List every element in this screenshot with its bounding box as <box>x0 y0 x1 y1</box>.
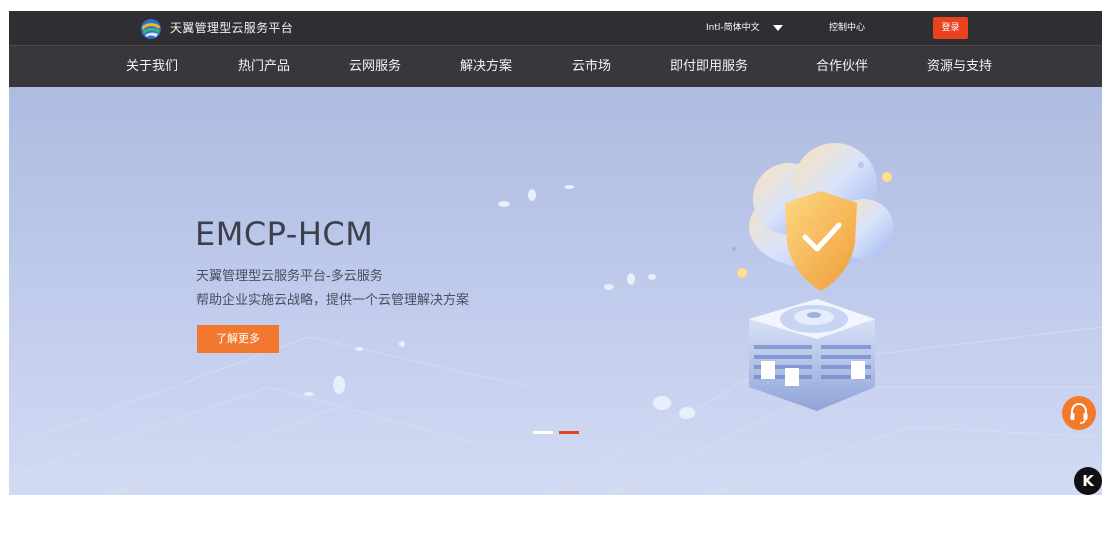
nav-item-partners[interactable]: 合作伙伴 <box>816 58 868 76</box>
hero-title: EMCP-HCM <box>195 215 374 253</box>
hero-banner: EMCP-HCM 天翼管理型云服务平台-多云服务 帮助企业实施云战略，提供一个云… <box>9 87 1102 495</box>
hero-subtitle-2: 帮助企业实施云战略，提供一个云管理解决方案 <box>196 293 470 308</box>
chevron-down-icon[interactable] <box>773 25 783 31</box>
nav-item-products[interactable]: 热门产品 <box>238 58 290 76</box>
brand-name[interactable]: 天翼管理型云服务平台 <box>170 20 293 36</box>
nav-item-marketplace[interactable]: 云市场 <box>572 58 611 76</box>
nav-item-resources[interactable]: 资源与支持 <box>927 58 992 76</box>
hero-illustration <box>9 143 1102 495</box>
hero-subtitle-1: 天翼管理型云服务平台-多云服务 <box>196 269 383 284</box>
carousel-dot-1[interactable] <box>533 431 553 434</box>
nav-item-on-demand[interactable]: 即付即用服务 <box>670 58 748 76</box>
learn-more-button[interactable]: 了解更多 <box>197 325 279 353</box>
main-nav: 关于我们 热门产品 云网服务 解决方案 云市场 即付即用服务 合作伙伴 资源与支… <box>9 45 1102 88</box>
customer-support-button[interactable] <box>1062 396 1096 430</box>
page-frame: 天翼管理型云服务平台 Intl-简体中文 控制中心 登录 关于我们 热门产品 云… <box>9 11 1102 495</box>
top-bar: 天翼管理型云服务平台 Intl-简体中文 控制中心 登录 <box>9 11 1102 45</box>
headset-icon <box>1070 402 1088 424</box>
nav-item-about[interactable]: 关于我们 <box>126 58 178 76</box>
login-button[interactable]: 登录 <box>933 17 968 39</box>
k-icon[interactable]: K <box>1074 467 1102 495</box>
nav-item-cloud-network[interactable]: 云网服务 <box>349 58 401 76</box>
carousel-dot-2[interactable] <box>559 431 579 434</box>
language-selector[interactable]: Intl-简体中文 <box>706 22 760 34</box>
nav-item-solutions[interactable]: 解决方案 <box>460 58 512 76</box>
logo-icon[interactable] <box>140 18 162 40</box>
console-link[interactable]: 控制中心 <box>829 22 865 34</box>
